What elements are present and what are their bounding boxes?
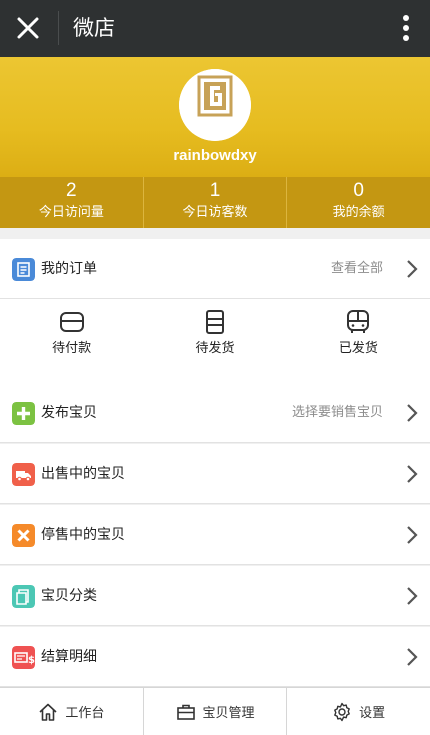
view-all-link[interactable]: 查看全部 [331, 258, 383, 280]
publish-item-label: 发布宝贝 [41, 405, 97, 421]
close-icon[interactable] [14, 14, 42, 42]
stats-band: 2 今日访问量 1 今日访客数 0 我的余额 [0, 177, 430, 228]
folder-icon [12, 585, 35, 608]
status-label: 待发货 [195, 341, 235, 356]
gear-icon [334, 702, 351, 721]
tab-workbench[interactable]: 工作台 [0, 688, 143, 735]
chevron-right-icon [407, 404, 418, 422]
publish-item-row[interactable]: 发布宝贝 选择要销售宝贝 [0, 383, 430, 443]
stat-label: 今日访客数 [182, 205, 248, 220]
home-icon [39, 703, 57, 721]
shop-avatar[interactable] [179, 69, 251, 141]
chevron-right-icon [407, 526, 418, 544]
status-label: 待付款 [52, 341, 92, 356]
tab-label: 设置 [359, 706, 386, 721]
shop-logo-icon [179, 69, 251, 141]
tab-label: 工作台 [65, 706, 105, 721]
status-shipped[interactable]: 已发货 [287, 299, 430, 383]
x-icon [12, 524, 35, 547]
items-off-sale-row[interactable]: 停售中的宝贝 [0, 505, 430, 565]
items-off-sale-label: 停售中的宝贝 [41, 527, 125, 543]
topbar-divider [58, 11, 59, 45]
stat-visits: 2 今日访问量 [0, 177, 143, 228]
my-orders-label: 我的订单 [41, 261, 97, 277]
list-icon [205, 310, 224, 334]
item-categories-label: 宝贝分类 [41, 588, 97, 604]
status-pending-payment[interactable]: 待付款 [0, 299, 143, 383]
stat-value: 0 [353, 180, 364, 201]
tab-settings[interactable]: 设置 [286, 688, 430, 735]
profile-banner: rainbowdxy [0, 57, 430, 177]
publish-item-hint: 选择要销售宝贝 [291, 405, 383, 420]
bus-icon [347, 310, 370, 333]
stat-visitors: 1 今日访客数 [142, 177, 287, 228]
page-title: 微店 [73, 16, 115, 40]
chevron-right-icon [407, 648, 418, 666]
truck-icon [12, 463, 35, 486]
stat-value: 2 [66, 180, 77, 201]
top-bar: 微店 [0, 0, 430, 57]
briefcase-icon [176, 704, 195, 720]
item-categories-row[interactable]: 宝贝分类 [0, 566, 430, 626]
items-on-sale-label: 出售中的宝贝 [41, 466, 125, 482]
settlement-details-row[interactable]: $ 结算明细 [0, 627, 430, 687]
tab-label: 宝贝管理 [202, 706, 255, 721]
plus-icon [12, 402, 35, 425]
order-status-row: 待付款 待发货 已发货 [0, 299, 430, 383]
chevron-right-icon [407, 260, 418, 278]
items-on-sale-row[interactable]: 出售中的宝贝 [0, 444, 430, 504]
card-icon [59, 312, 84, 332]
status-pending-shipment[interactable]: 待发货 [143, 299, 286, 383]
stat-balance: 0 我的余额 [286, 177, 430, 228]
stat-value: 1 [209, 180, 221, 201]
bottom-tab-bar: 工作台 宝贝管理 设置 [0, 687, 430, 735]
shop-username: rainbowdxy [173, 147, 257, 164]
status-label: 已发货 [338, 341, 378, 356]
orders-icon [12, 258, 35, 281]
chevron-right-icon [407, 587, 418, 605]
svg-text:$: $ [28, 655, 35, 666]
more-menu-icon[interactable] [402, 14, 410, 42]
my-orders-row[interactable]: 我的订单 查看全部 [0, 239, 430, 299]
stat-label: 今日访问量 [38, 205, 104, 220]
tab-item-management[interactable]: 宝贝管理 [142, 688, 287, 735]
settlement-details-label: 结算明细 [41, 649, 97, 665]
chevron-right-icon [407, 465, 418, 483]
stat-label: 我的余额 [332, 205, 385, 220]
money-icon: $ [12, 646, 35, 669]
